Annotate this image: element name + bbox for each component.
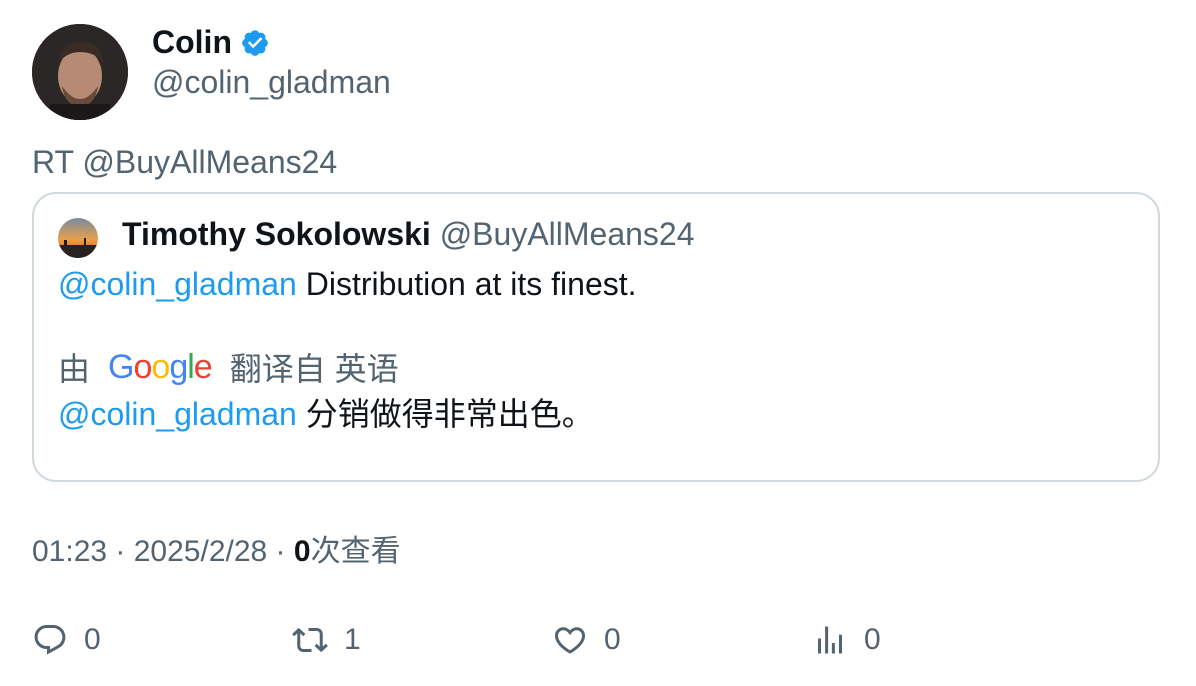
tweet-date[interactable]: 2025/2/28 <box>134 535 267 568</box>
quoted-text-body: Distribution at its finest. <box>296 266 637 302</box>
meta-separator: · <box>267 535 294 568</box>
avatar-photo <box>32 24 128 120</box>
quoted-author-name[interactable]: Timothy Sokolowski <box>122 216 431 252</box>
sunset-avatar-photo <box>58 218 98 258</box>
translated-text-body: 分销做得非常出色。 <box>296 396 594 432</box>
quoted-author-header: Timothy Sokolowski @BuyAllMeans24 <box>122 214 695 254</box>
views-button[interactable]: 0 <box>812 618 881 662</box>
reply-count: 0 <box>84 623 101 656</box>
quoted-tweet-card[interactable]: Timothy Sokolowski @BuyAllMeans24 @colin… <box>32 192 1160 482</box>
heart-icon <box>554 627 586 654</box>
reply-button[interactable]: 0 <box>32 618 101 662</box>
google-logo-icon: Google <box>108 348 213 386</box>
retweet-count: 1 <box>344 623 361 656</box>
views-label: 次查看 <box>310 535 401 568</box>
tweet-time[interactable]: 01:23 <box>32 535 107 568</box>
action-bar: 0 1 0 0 <box>32 618 1162 662</box>
reply-icon <box>34 625 66 655</box>
quoted-tweet-text: @colin_gladman Distribution at its fines… <box>58 264 637 304</box>
views-count: 0 <box>293 535 311 568</box>
translation-prefix: 由 <box>58 351 91 387</box>
translated-text: @colin_gladman 分销做得非常出色。 <box>58 394 594 434</box>
translation-suffix: 翻译自 英语 <box>229 351 399 387</box>
translation-attribution: 由 Google 翻译自 英语 <box>58 345 399 389</box>
bar-chart-icon <box>818 626 842 654</box>
author-name-text: Colin <box>152 24 232 60</box>
views-action-count: 0 <box>864 623 881 656</box>
retweet-button[interactable]: 1 <box>292 618 361 662</box>
meta-separator: · <box>107 535 134 568</box>
author-display-name[interactable]: Colin <box>152 22 270 62</box>
retweet-text: RT @BuyAllMeans24 <box>32 144 338 180</box>
verified-badge-icon <box>240 27 270 57</box>
retweet-icon <box>292 627 328 653</box>
like-button[interactable]: 0 <box>552 618 621 662</box>
translated-mention-link[interactable]: @colin_gladman <box>58 396 297 432</box>
tweet-meta: 01:23 · 2025/2/28 · 0次查看 <box>32 532 401 572</box>
quoted-author-handle[interactable]: @BuyAllMeans24 <box>440 216 695 252</box>
author-avatar[interactable] <box>32 24 128 120</box>
quoted-author-avatar[interactable] <box>58 218 98 258</box>
like-count: 0 <box>604 623 621 656</box>
mention-link[interactable]: @colin_gladman <box>58 266 297 302</box>
author-handle[interactable]: @colin_gladman <box>152 62 391 102</box>
